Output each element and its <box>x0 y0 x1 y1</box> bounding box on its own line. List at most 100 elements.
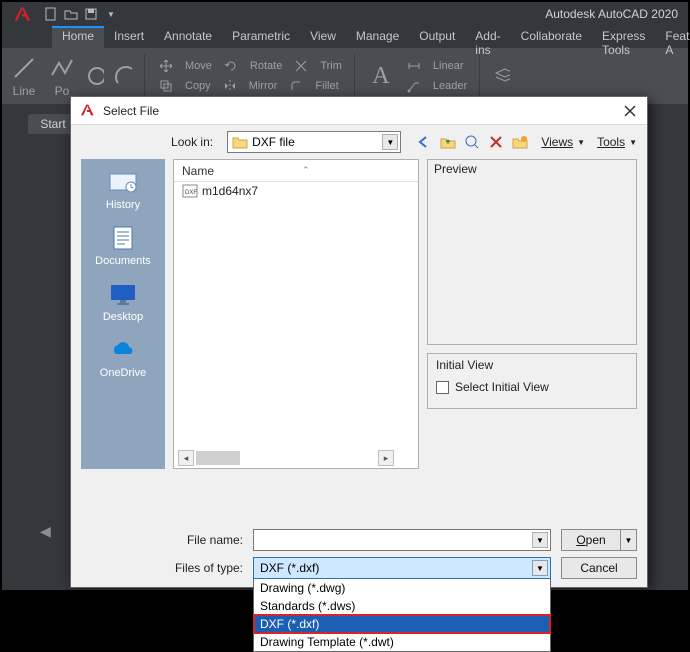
mirror-button[interactable]: Mirror <box>249 80 278 92</box>
tab-home[interactable]: Home <box>52 26 104 48</box>
copy-button[interactable]: Copy <box>185 80 211 92</box>
open-dropdown[interactable]: ▼ <box>621 529 637 551</box>
tab-annotate[interactable]: Annotate <box>154 26 222 48</box>
tab-expresstools[interactable]: Express Tools <box>592 26 655 48</box>
dialog-titlebar: Select File <box>71 97 647 125</box>
layer-icon[interactable] <box>492 67 510 85</box>
dxf-file-icon: DXF <box>182 184 198 198</box>
tab-output[interactable]: Output <box>409 26 465 48</box>
tab-parametric[interactable]: Parametric <box>222 26 300 48</box>
move-icon <box>157 57 175 75</box>
separator <box>354 54 355 98</box>
mirror-icon <box>221 77 239 95</box>
type-option-dws[interactable]: Standards (*.dws) <box>254 597 550 615</box>
rotate-button[interactable]: Rotate <box>250 60 282 72</box>
documents-icon <box>107 225 139 251</box>
search-web-icon[interactable] <box>463 133 481 151</box>
cancel-button[interactable]: Cancel <box>561 557 637 579</box>
chevron-down-icon[interactable]: ▼ <box>382 134 398 150</box>
place-onedrive[interactable]: OneDrive <box>100 337 146 379</box>
separator <box>144 54 145 98</box>
column-name[interactable]: Name <box>182 164 214 178</box>
tab-view[interactable]: View <box>300 26 346 48</box>
scroll-right-icon[interactable]: ▸ <box>378 450 394 466</box>
text-icon: A <box>367 62 395 90</box>
tab-addins[interactable]: Add-ins <box>465 26 510 48</box>
dropdown-icon[interactable]: ▼ <box>102 5 120 23</box>
files-of-type-combo[interactable]: DXF (*.dxf) ▼ <box>253 557 551 579</box>
select-initial-view-checkbox[interactable]: Select Initial View <box>436 380 628 394</box>
file-list[interactable]: Name ⌃ DXF m1d64nx7 ◂ ▸ <box>173 159 419 469</box>
open-button[interactable]: Open <box>561 529 621 551</box>
initial-view-label: Initial View <box>436 358 493 372</box>
tools-menu[interactable]: Tools▼ <box>597 135 637 149</box>
history-icon <box>107 169 139 195</box>
place-documents[interactable]: Documents <box>95 225 151 267</box>
scroll-thumb[interactable] <box>196 451 240 465</box>
polyline-button[interactable]: Po <box>48 54 76 98</box>
polyline-label: Po <box>55 84 70 98</box>
circle-icon[interactable] <box>86 67 104 85</box>
tab-manage[interactable]: Manage <box>346 26 409 48</box>
place-history-label: History <box>106 199 140 211</box>
move-button[interactable]: Move <box>185 60 212 72</box>
type-option-dwg[interactable]: Drawing (*.dwg) <box>254 579 550 597</box>
new-folder-icon[interactable] <box>511 133 529 151</box>
linear-button[interactable]: Linear <box>433 60 464 72</box>
tab-insert[interactable]: Insert <box>104 26 154 48</box>
autocad-small-icon <box>79 102 97 120</box>
arc-icon[interactable] <box>114 67 132 85</box>
new-icon[interactable] <box>42 5 60 23</box>
place-documents-label: Documents <box>95 255 151 267</box>
type-option-dxf[interactable]: DXF (*.dxf) <box>254 615 550 633</box>
copy-icon <box>157 77 175 95</box>
type-option-dwt[interactable]: Drawing Template (*.dwt) <box>254 633 550 651</box>
back-caret-icon[interactable]: ◀ <box>40 523 51 540</box>
horizontal-scrollbar[interactable]: ◂ ▸ <box>178 450 394 466</box>
titlebar: ▼ Autodesk AutoCAD 2020 <box>2 2 688 26</box>
file-list-header[interactable]: Name ⌃ <box>174 160 418 182</box>
leader-button[interactable]: Leader <box>433 80 467 92</box>
views-menu[interactable]: Views▼ <box>541 135 585 149</box>
tab-collaborate[interactable]: Collaborate <box>511 26 592 48</box>
place-desktop-label: Desktop <box>103 311 143 323</box>
delete-icon[interactable] <box>487 133 505 151</box>
scroll-left-icon[interactable]: ◂ <box>178 450 194 466</box>
file-row[interactable]: DXF m1d64nx7 <box>174 182 418 200</box>
save-icon[interactable] <box>82 5 100 23</box>
line-button[interactable]: Line <box>10 54 38 98</box>
separator <box>479 54 480 98</box>
places-bar: History Documents Desktop OneDrive <box>81 159 165 469</box>
close-icon[interactable] <box>621 102 639 120</box>
fillet-button[interactable]: Fillet <box>315 80 338 92</box>
rotate-icon <box>222 57 240 75</box>
preview-label: Preview <box>434 162 477 176</box>
place-onedrive-label: OneDrive <box>100 367 146 379</box>
place-desktop[interactable]: Desktop <box>103 281 143 323</box>
chevron-down-icon[interactable]: ▼ <box>532 560 548 576</box>
svg-text:DXF: DXF <box>185 190 197 196</box>
trim-button[interactable]: Trim <box>320 60 342 72</box>
preview-group: Preview <box>427 159 637 345</box>
sort-caret-icon: ⌃ <box>302 165 310 176</box>
dialog-title: Select File <box>103 104 159 118</box>
file-name: m1d64nx7 <box>202 184 258 198</box>
leader-icon <box>405 77 423 95</box>
text-button[interactable]: A <box>367 62 395 90</box>
line-label: Line <box>13 84 36 98</box>
line-icon <box>10 54 38 82</box>
app-title: Autodesk AutoCAD 2020 <box>545 7 682 21</box>
select-file-dialog: Select File Look in: DXF file ▼ V <box>70 96 648 588</box>
chevron-down-icon[interactable]: ▼ <box>532 532 548 548</box>
file-name-input[interactable]: ▼ <box>253 529 551 551</box>
tab-featured[interactable]: Featured A <box>655 26 690 48</box>
files-of-type-value: DXF (*.dxf) <box>260 561 319 575</box>
select-initial-view-label: Select Initial View <box>455 380 549 394</box>
look-in-value: DXF file <box>252 135 295 149</box>
look-in-combo[interactable]: DXF file ▼ <box>227 131 401 153</box>
autocad-logo[interactable] <box>8 3 36 25</box>
back-icon[interactable] <box>415 133 433 151</box>
open-icon[interactable] <box>62 5 80 23</box>
place-history[interactable]: History <box>106 169 140 211</box>
up-folder-icon[interactable] <box>439 133 457 151</box>
